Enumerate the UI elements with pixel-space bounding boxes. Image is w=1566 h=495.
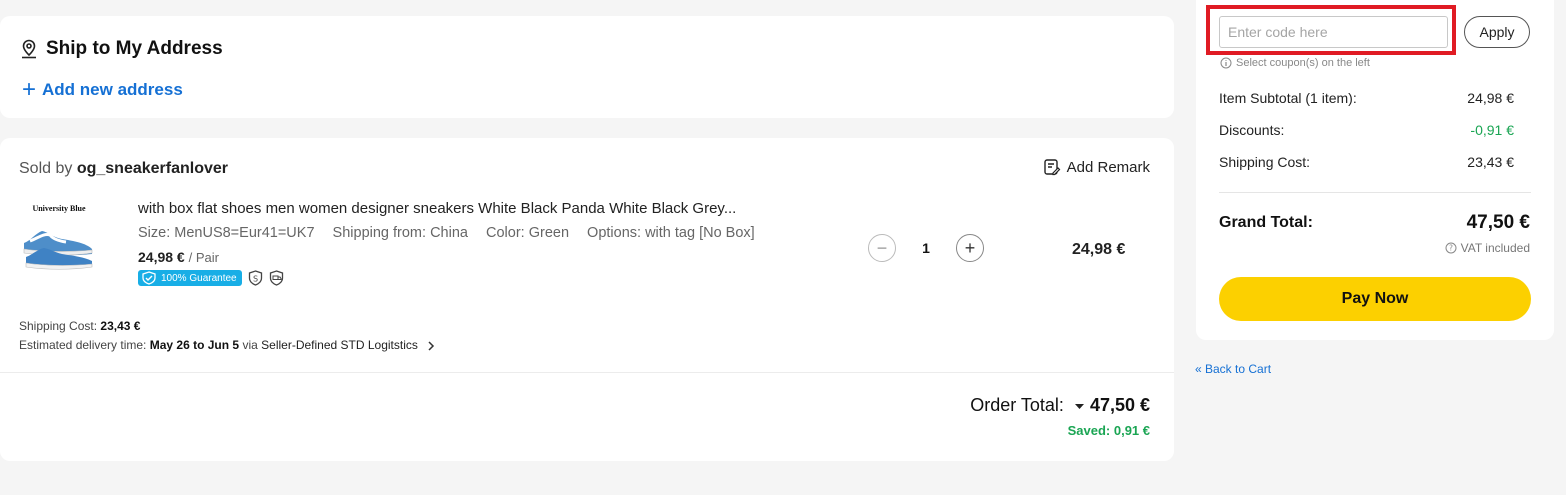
shipping-cost-value: 23,43 € xyxy=(100,319,141,333)
product-title-link[interactable]: with box flat shoes men women designer s… xyxy=(138,200,736,217)
location-pin-icon xyxy=(22,39,36,59)
highlight-box xyxy=(1206,5,1456,55)
ship-title-text: Ship to My Address xyxy=(46,38,223,59)
guarantee-badge[interactable]: 100% Guarantee xyxy=(138,270,242,286)
product-size: Size: MenUS8=Eur41=UK7 xyxy=(138,225,315,241)
shield-dollar-icon[interactable]: S xyxy=(248,270,263,286)
delivery-via: via xyxy=(242,338,258,352)
card-divider xyxy=(0,372,1174,373)
subtotal-value: 24,98 € xyxy=(1467,90,1514,106)
unit-price: 24,98 € / Pair xyxy=(138,249,219,265)
grand-total-value: 47,50 € xyxy=(1466,212,1530,233)
svg-text:?: ? xyxy=(1449,244,1453,253)
note-edit-icon xyxy=(1043,159,1060,176)
back-to-cart-link[interactable]: « Back to Cart xyxy=(1195,362,1271,376)
shipping-info: Shipping Cost: 23,43 € Estimated deliver… xyxy=(19,317,438,355)
ship-to-address-heading: Ship to My Address xyxy=(20,38,223,60)
shipping-cost-summary-label: Shipping Cost: xyxy=(1219,154,1311,170)
discounts-value: -0,91 € xyxy=(1470,122,1514,138)
sold-by-label: Sold by xyxy=(19,160,73,177)
grand-total-label: Grand Total: xyxy=(1219,214,1313,231)
delivery-method: Seller-Defined STD Logitstics xyxy=(261,338,418,352)
seller-name-link[interactable]: og_sneakerfanlover xyxy=(77,160,228,177)
quantity-stepper: − + xyxy=(868,234,984,262)
address-card: Ship to My Address + Add new address xyxy=(0,16,1174,118)
order-total-value: 47,50 € xyxy=(1089,395,1150,415)
info-icon xyxy=(1220,57,1232,69)
add-new-address-link[interactable]: + Add new address xyxy=(22,78,183,102)
guarantee-label: 100% Guarantee xyxy=(161,272,237,284)
line-total: 24,98 € xyxy=(1072,241,1126,258)
product-image-caption: University Blue xyxy=(32,204,86,213)
delivery-label: Estimated delivery time: xyxy=(19,338,147,352)
discounts-label: Discounts: xyxy=(1219,122,1285,138)
product-color: Color: Green xyxy=(486,225,570,241)
add-address-label: Add new address xyxy=(42,80,183,99)
seller-order-card: Sold by og_sneakerfanlover Add Remark Un… xyxy=(0,138,1174,461)
product-shipping-from: Shipping from: China xyxy=(332,225,468,241)
badges: 100% Guarantee S xyxy=(138,270,284,286)
plus-icon: + xyxy=(22,76,37,103)
add-remark-label: Add Remark xyxy=(1066,158,1150,176)
add-remark-button[interactable]: Add Remark xyxy=(1043,158,1150,176)
help-icon[interactable]: ? xyxy=(1445,242,1457,254)
delivery-value: May 26 to Jun 5 xyxy=(149,338,240,352)
shield-truck-icon[interactable] xyxy=(269,270,284,286)
unit-price-unit: / Pair xyxy=(188,250,219,265)
product-options: Options: with tag [No Box] xyxy=(587,225,755,241)
caret-down-icon[interactable] xyxy=(1072,400,1088,412)
quantity-input[interactable] xyxy=(896,239,956,257)
apply-coupon-button[interactable]: Apply xyxy=(1464,16,1530,48)
sold-by: Sold by og_sneakerfanlover xyxy=(19,160,228,178)
delivery-time-line[interactable]: Estimated delivery time: May 26 to Jun 5… xyxy=(19,336,438,355)
product-image[interactable]: University Blue xyxy=(20,204,98,276)
product-attributes: Size: MenUS8=Eur41=UK7 Shipping from: Ch… xyxy=(138,225,769,241)
decrease-quantity-button[interactable]: − xyxy=(868,234,896,262)
shipping-cost-label: Shipping Cost: xyxy=(19,319,98,333)
saved-amount: Saved: 0,91 € xyxy=(1067,423,1150,438)
shield-check-icon xyxy=(142,271,156,285)
increase-quantity-button[interactable]: + xyxy=(956,234,984,262)
order-total: Order Total: 47,50 € xyxy=(970,395,1150,416)
coupon-hint: Select coupon(s) on the left xyxy=(1220,57,1370,69)
shipping-cost-line: Shipping Cost: 23,43 € xyxy=(19,317,438,336)
coupon-hint-text: Select coupon(s) on the left xyxy=(1236,57,1370,69)
subtotal-label: Item Subtotal (1 item): xyxy=(1219,90,1357,106)
vat-note: ? VAT included xyxy=(1445,241,1530,255)
svg-text:S: S xyxy=(253,275,258,284)
vat-text: VAT included xyxy=(1460,241,1530,255)
shipping-cost-summary-value: 23,43 € xyxy=(1467,154,1514,170)
summary-divider xyxy=(1219,192,1531,193)
chevron-right-icon xyxy=(428,340,434,351)
pay-now-button[interactable]: Pay Now xyxy=(1219,277,1531,321)
order-total-label: Order Total: xyxy=(970,395,1064,415)
sneaker-icon xyxy=(23,231,93,270)
unit-price-value: 24,98 € xyxy=(138,249,185,265)
